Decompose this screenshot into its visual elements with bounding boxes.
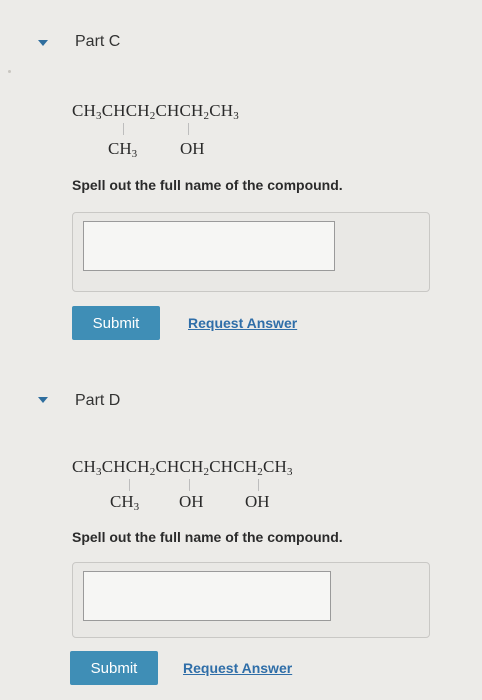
collapse-toggle-icon[interactable]	[38, 40, 48, 46]
answer-panel	[72, 562, 430, 638]
branch-ch3: CH3	[108, 139, 138, 160]
part-d-title: Part D	[75, 392, 121, 409]
formula-text: CH3CHCH2CHCH2CHCH2CH3	[72, 457, 293, 478]
part-c-prompt: Spell out the full name of the compound.	[72, 177, 343, 193]
branch-oh: OH	[180, 139, 205, 158]
part-c-title: Part C	[75, 33, 121, 50]
bond-line	[129, 479, 130, 491]
formula-text: CH3CHCH2CHCH2CH3	[72, 101, 239, 122]
request-answer-link[interactable]: Request Answer	[188, 315, 297, 331]
answer-input[interactable]	[83, 221, 335, 271]
submit-button[interactable]: Submit	[70, 651, 158, 685]
branch-oh: OH	[245, 492, 270, 511]
part-c-formula: CH3CHCH2CHCH2CH3	[72, 101, 239, 122]
bond-line	[258, 479, 259, 491]
bond-line	[189, 479, 190, 491]
bond-line	[188, 123, 189, 135]
background-mark	[8, 70, 11, 73]
submit-button[interactable]: Submit	[72, 306, 160, 340]
bond-line	[123, 123, 124, 135]
part-d-formula: CH3CHCH2CHCH2CHCH2CH3	[72, 457, 293, 478]
answer-input[interactable]	[83, 571, 331, 621]
part-d-prompt: Spell out the full name of the compound.	[72, 529, 343, 545]
answer-panel	[72, 212, 430, 292]
branch-oh: OH	[179, 492, 204, 511]
collapse-toggle-icon[interactable]	[38, 397, 48, 403]
request-answer-link[interactable]: Request Answer	[183, 660, 292, 676]
branch-ch3: CH3	[110, 492, 140, 513]
